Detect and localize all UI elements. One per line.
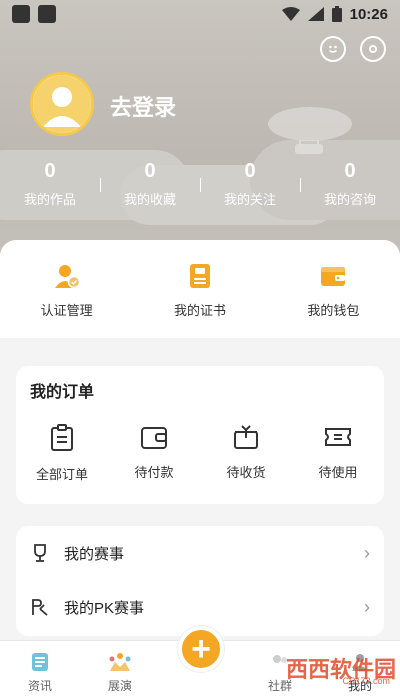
order-label: 全部订单 (35, 467, 88, 482)
quick-item-certification[interactable]: 认证管理 (0, 240, 133, 338)
list-item-label: 我的PK赛事 (64, 599, 145, 617)
watermark-url: CR173.com (342, 676, 390, 686)
box-icon (234, 425, 258, 449)
avatar[interactable] (30, 72, 94, 136)
plus-icon: + (191, 629, 211, 668)
notification-icon (12, 5, 30, 23)
list-item-my-events[interactable]: 我的赛事 › (16, 526, 384, 580)
notification-icon (38, 5, 56, 23)
ticket-icon (325, 428, 351, 446)
quick-item-label: 我的证书 (173, 303, 226, 318)
wifi-icon (281, 7, 300, 21)
orders-title: 我的订单 (30, 384, 95, 401)
settings-icon[interactable] (360, 36, 386, 62)
stat-value: 0 (344, 160, 356, 182)
signal-icon (307, 7, 324, 21)
stat-value: 0 (44, 160, 56, 182)
stat-label: 我的收藏 (123, 192, 176, 207)
battery-icon (331, 6, 342, 22)
quick-item-certificates[interactable]: 我的证书 (133, 240, 266, 338)
stat-value: 0 (144, 160, 156, 182)
chevron-right-icon: › (364, 542, 370, 563)
stat-works[interactable]: 0 我的作品 (0, 160, 100, 208)
airship-illustration (268, 107, 352, 154)
stat-consultations[interactable]: 0 我的咨询 (300, 160, 400, 208)
certification-icon (54, 265, 80, 289)
nav-label: 资讯 (27, 679, 52, 693)
stats-row: 0 我的作品 0 我的收藏 0 我的关注 0 我的咨询 (0, 160, 400, 208)
menu-list: 我的赛事 › 我的PK赛事 › (16, 526, 384, 636)
status-time: 10:26 (349, 5, 388, 23)
order-label: 待收货 (226, 465, 266, 480)
performance-icon (109, 653, 131, 671)
nav-news[interactable]: 资讯 (0, 641, 80, 700)
pk-icon (32, 599, 48, 616)
login-link[interactable]: 去登录 (110, 90, 176, 122)
order-pending-receipt[interactable]: 待收货 (200, 424, 292, 483)
order-to-use[interactable]: 待使用 (292, 424, 384, 483)
nav-label: 展演 (107, 679, 132, 693)
news-icon (32, 653, 48, 671)
wallet-icon (321, 267, 346, 286)
clipboard-icon (51, 424, 73, 451)
order-all[interactable]: 全部订单 (16, 424, 108, 483)
order-label: 待使用 (318, 465, 358, 480)
order-pending-payment[interactable]: 待付款 (108, 424, 200, 483)
nav-shows[interactable]: 展演 (80, 641, 160, 700)
stat-label: 我的咨询 (323, 192, 376, 207)
list-item-label: 我的赛事 (64, 545, 125, 563)
quick-actions-card: 认证管理 我的证书 我的钱包 (0, 240, 400, 338)
trophy-icon (34, 544, 46, 562)
certificate-icon (189, 264, 210, 288)
order-label: 待付款 (134, 465, 174, 480)
stat-favorites[interactable]: 0 我的收藏 (100, 160, 200, 208)
quick-item-wallet[interactable]: 我的钱包 (267, 240, 400, 338)
stat-label: 我的作品 (23, 192, 76, 207)
wallet-icon (141, 427, 167, 449)
stat-value: 0 (244, 160, 256, 182)
orders-card: 我的订单 全部订单 待付款 待收货 待使用 (16, 366, 384, 504)
status-bar: 10:26 (0, 0, 400, 28)
quick-item-label: 认证管理 (40, 303, 93, 318)
chevron-right-icon: › (364, 596, 370, 617)
add-button[interactable]: + (178, 626, 224, 672)
stat-following[interactable]: 0 我的关注 (200, 160, 300, 208)
stat-label: 我的关注 (223, 192, 276, 207)
quick-item-label: 我的钱包 (307, 303, 360, 318)
message-icon[interactable] (320, 36, 346, 62)
